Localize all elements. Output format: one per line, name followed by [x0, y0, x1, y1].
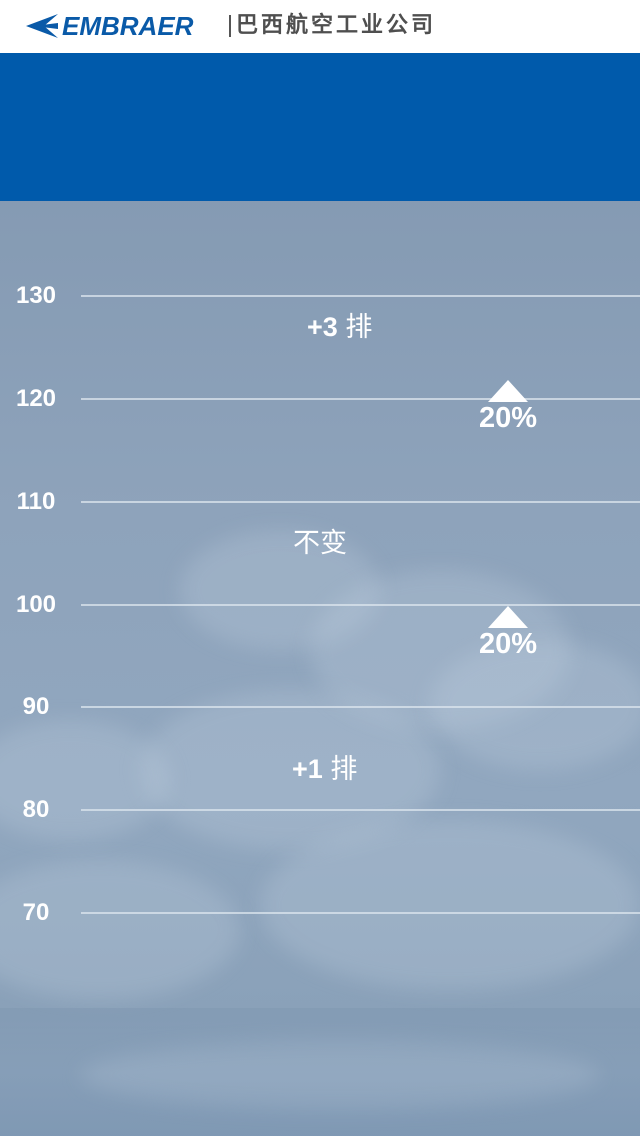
screen: EMBRAER 巴西航空工业公司 130 120 110 100 90 80 70 +3 排不…: [0, 0, 640, 1136]
grid-line: [81, 706, 640, 709]
y-tick-label: 110: [16, 487, 56, 515]
cloud-7: [0, 860, 240, 1000]
y-tick-label: 90: [22, 693, 50, 721]
brand-divider: [229, 15, 231, 37]
growth-marker: 20%: [468, 379, 548, 434]
annotation-text: 不变: [293, 527, 347, 558]
triangle-up-icon: [488, 606, 528, 629]
brand-name: EMBRAER: [62, 11, 194, 41]
grid-line: [81, 397, 640, 400]
annotation-text: 排: [345, 311, 373, 342]
annotation-value: +1: [292, 754, 323, 785]
growth-marker: 20%: [468, 606, 548, 659]
row-change-annotation: 不变: [293, 527, 347, 559]
row-change-annotation: +3 排: [307, 311, 372, 343]
grid-line: [81, 912, 640, 914]
horizon: [0, 1008, 640, 1136]
y-tick-label: 120: [15, 384, 57, 412]
grid-line: [81, 295, 640, 297]
app-header: EMBRAER 巴西航空工业公司: [0, 0, 640, 53]
y-tick-label: 80: [22, 796, 50, 824]
cloud-6: [260, 820, 640, 990]
title-band: [0, 53, 640, 201]
brand-chinese-name: 巴西航空工业公司: [236, 13, 437, 38]
annotation-text: 排: [330, 754, 358, 785]
grid-line: [81, 603, 640, 606]
growth-percent-label: 20%: [478, 628, 538, 661]
y-tick-label: 130: [15, 282, 57, 309]
growth-percent-label: 20%: [478, 401, 538, 434]
grid-line: [81, 809, 640, 812]
row-change-annotation: +1 排: [292, 753, 357, 785]
annotation-value: +3: [307, 311, 338, 342]
grid-line: [81, 500, 640, 503]
y-tick-label: 100: [15, 590, 57, 618]
embraer-logo-icon: [26, 14, 58, 38]
y-tick-label: 70: [22, 899, 50, 926]
triangle-up-icon: [488, 379, 528, 402]
